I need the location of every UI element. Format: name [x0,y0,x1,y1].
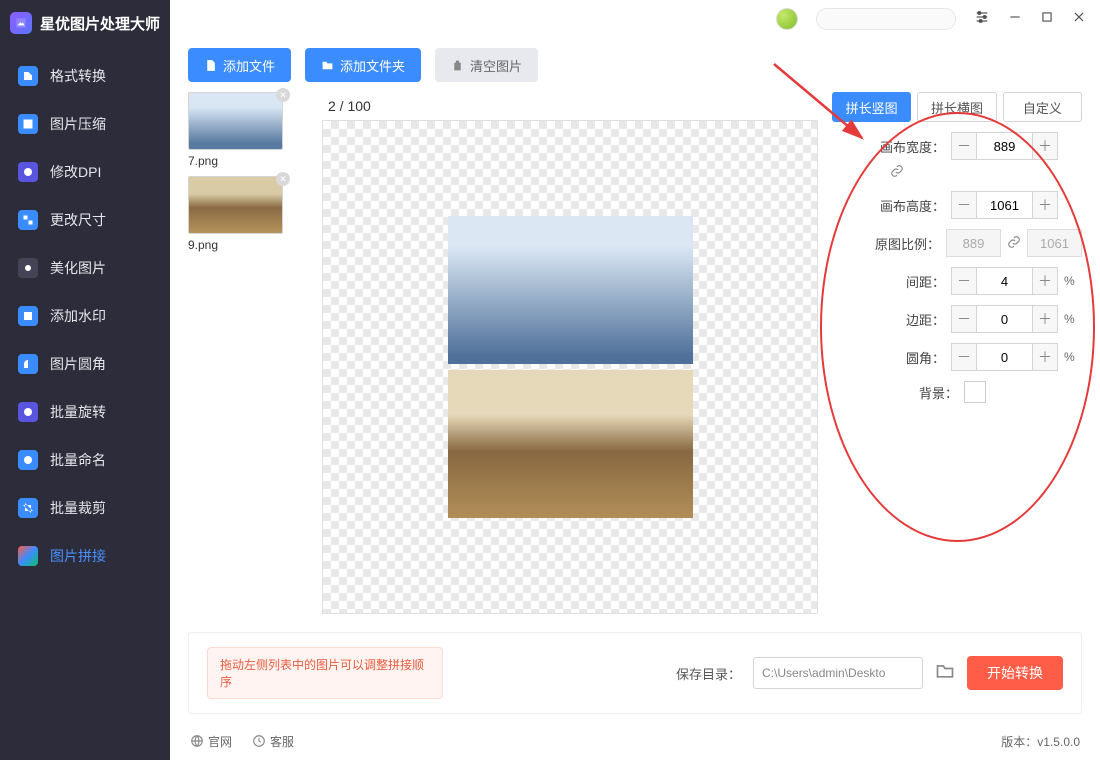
tab-custom[interactable]: 自定义 [1003,92,1082,122]
minimize-icon[interactable] [1008,10,1022,29]
compress-icon [18,114,38,134]
folder-icon[interactable] [935,661,955,686]
save-dir-label: 保存目录： [676,664,741,683]
canvas-width-label: 画布宽度： [880,137,945,156]
dec-button[interactable]: － [951,305,977,333]
start-button[interactable]: 开始转换 [967,656,1063,690]
clear-button[interactable]: 清空图片 [435,48,538,82]
gap-input[interactable] [977,267,1032,295]
user-chip[interactable] [816,8,956,30]
tab-vertical[interactable]: 拼长竖图 [832,92,911,122]
dpi-icon [18,162,38,182]
version-label: 版本：v1.5.0.0 [1001,733,1080,750]
radius-input[interactable] [977,343,1032,371]
link-icon[interactable] [890,164,904,181]
bg-color-picker[interactable] [964,381,986,403]
canvas-width-input[interactable] [977,132,1032,160]
watermark-icon [18,306,38,326]
tab-horizontal[interactable]: 拼长横图 [917,92,996,122]
list-item[interactable]: ✕ 7.png [188,92,308,168]
reorder-hint: 拖动左侧列表中的图片可以调整拼接顺序 [207,647,443,699]
add-folder-button[interactable]: 添加文件夹 [305,48,421,82]
margin-label: 边距： [906,310,945,329]
resize-icon [18,210,38,230]
inc-button[interactable]: ＋ [1032,267,1058,295]
stitched-preview [448,216,693,518]
canvas-height-label: 画布高度： [880,196,945,215]
sidebar-item-watermark[interactable]: 添加水印 [0,292,170,340]
sidebar-item-rotate[interactable]: 批量旋转 [0,388,170,436]
margin-input[interactable] [977,305,1032,333]
ratio-h [1027,229,1082,257]
settings-panel: 拼长竖图 拼长横图 自定义 画布宽度： － ＋ 画布高度： － ＋ 原图比例： 间距… [832,92,1082,614]
website-link[interactable]: 官网 [190,733,232,750]
preview-canvas [322,120,818,614]
link-icon[interactable] [1007,235,1021,252]
close-icon[interactable] [1072,10,1086,29]
radius-label: 圆角： [906,348,945,367]
app-logo-icon [10,12,32,34]
sidebar-item-crop[interactable]: 批量裁剪 [0,484,170,532]
beautify-icon [18,258,38,278]
footer-links: 官网 客服 [190,722,294,760]
bottom-bar: 拖动左侧列表中的图片可以调整拼接顺序 保存目录： 开始转换 [188,632,1082,714]
canvas-height-input[interactable] [977,191,1032,219]
inc-button[interactable]: ＋ [1032,132,1058,160]
sidebar-item-compress[interactable]: 图片压缩 [0,100,170,148]
sidebar-item-beautify[interactable]: 美化图片 [0,244,170,292]
avatar[interactable] [776,8,798,30]
add-file-button[interactable]: 添加文件 [188,48,291,82]
radius-icon [18,354,38,374]
thumbnail-label: 7.png [188,154,308,168]
dec-button[interactable]: － [951,343,977,371]
sidebar-item-radius[interactable]: 图片圆角 [0,340,170,388]
thumbnail-image [188,176,283,234]
remove-thumb-icon[interactable]: ✕ [276,172,290,186]
titlebar [170,0,1100,38]
support-link[interactable]: 客服 [252,733,294,750]
thumbnail-image [188,92,283,150]
remove-thumb-icon[interactable]: ✕ [276,88,290,102]
format-icon [18,66,38,86]
dec-button[interactable]: － [951,267,977,295]
thumbnail-label: 9.png [188,238,308,252]
dec-button[interactable]: － [951,191,977,219]
ratio-label: 原图比例： [875,234,940,253]
stitch-icon [18,546,38,566]
gap-label: 间距： [906,272,945,291]
maximize-icon[interactable] [1040,10,1054,29]
toolbar: 添加文件 添加文件夹 清空图片 [170,38,1100,92]
bg-label: 背景： [919,383,958,402]
thumbnail-list: ✕ 7.png ✕ 9.png [188,92,308,614]
sidebar-item-format[interactable]: 格式转换 [0,52,170,100]
settings-icon[interactable] [974,9,990,30]
crop-icon [18,498,38,518]
inc-button[interactable]: ＋ [1032,191,1058,219]
sidebar-item-dpi[interactable]: 修改DPI [0,148,170,196]
sidebar-item-stitch[interactable]: 图片拼接 [0,532,170,580]
sidebar-item-resize[interactable]: 更改尺寸 [0,196,170,244]
dec-button[interactable]: － [951,132,977,160]
inc-button[interactable]: ＋ [1032,305,1058,333]
list-item[interactable]: ✕ 9.png [188,176,308,252]
rename-icon [18,450,38,470]
image-counter: 2 / 100 [328,98,818,114]
inc-button[interactable]: ＋ [1032,343,1058,371]
ratio-w [946,229,1001,257]
rotate-icon [18,402,38,422]
app-title: 星优图片处理大师 [0,0,170,52]
save-dir-input[interactable] [753,657,923,689]
sidebar: 星优图片处理大师 格式转换 图片压缩 修改DPI 更改尺寸 美化图片 添加水印 … [0,0,170,760]
sidebar-item-rename[interactable]: 批量命名 [0,436,170,484]
